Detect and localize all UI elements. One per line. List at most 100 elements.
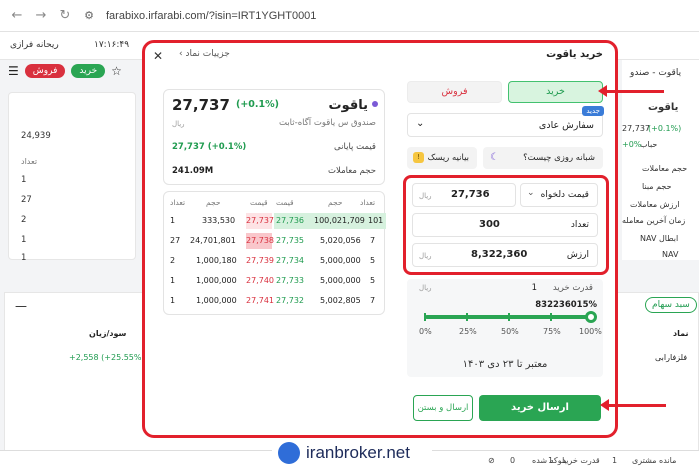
toolbar: ☰ فروش خرید ☆ xyxy=(8,64,122,78)
buy-price: 27,734 xyxy=(276,256,304,265)
value-input[interactable]: ریال 8,322,360 ارزش xyxy=(412,243,598,267)
bg-symbol-name: یاقوت xyxy=(648,102,679,113)
close-icon[interactable]: ✕ xyxy=(153,49,163,63)
bg-label: زمان آخرین معامله xyxy=(622,216,686,225)
slider-label[interactable]: 25% xyxy=(459,327,477,336)
buy-price: 27,736 xyxy=(276,216,304,225)
bg-label: حجم معاملات xyxy=(642,164,688,173)
buy-pill-button[interactable]: خرید xyxy=(71,64,106,78)
power-percent: 832236015% xyxy=(535,300,597,310)
sell-volume: 1,000,180 xyxy=(196,256,237,265)
overnight-info-label: شبانه روزی چیست؟ xyxy=(523,153,595,163)
bg-cell: 24,939 xyxy=(21,131,51,141)
quantity-input[interactable]: 300 تعداد xyxy=(412,213,598,237)
trend-logo-icon xyxy=(278,442,300,464)
warning-icon: ! xyxy=(413,152,424,163)
site-settings-icon[interactable]: ⚙ xyxy=(82,9,96,23)
slider-handle[interactable] xyxy=(585,311,597,323)
status-remaining-label: مانده مشتری xyxy=(632,456,677,465)
annotation-arrow xyxy=(600,399,666,411)
tab-buy[interactable]: خرید xyxy=(508,81,603,103)
bg-symbol-price: 27,737 xyxy=(622,124,650,133)
back-icon[interactable]: ← xyxy=(10,8,24,23)
ob-header: قیمت xyxy=(250,198,268,207)
star-icon[interactable]: ☆ xyxy=(111,64,122,78)
order-type-select[interactable]: جدید ⌄ سفارش عادی xyxy=(407,106,604,137)
overnight-info-button[interactable]: ☾ شبانه روزی چیست؟ xyxy=(483,147,603,169)
validity-text[interactable]: معتبر تا ۲۳ دی ۱۴۰۳ xyxy=(407,359,603,370)
breadcrumb-label: جزییات نماد xyxy=(185,49,230,59)
order-book-row[interactable]: 1 1,000,000 27,740 27,733 5,000,000 5 xyxy=(164,272,386,290)
new-badge: جدید xyxy=(582,106,604,116)
bg-cell: 1 xyxy=(21,253,27,263)
slider-label[interactable]: 100% xyxy=(579,327,602,336)
order-book: تعداد حجم قیمت قیمت حجم تعداد 1 333,530 … xyxy=(163,191,386,315)
price-mode-select[interactable]: ⌄ قیمت دلخواه xyxy=(520,183,598,207)
bg-market-panel: 24,939 تعداد 1 27 2 1 1 xyxy=(8,92,136,263)
send-buy-button[interactable]: ارسال خرید xyxy=(479,395,601,421)
buy-price: 27,733 xyxy=(276,276,304,285)
order-type-value: سفارش عادی xyxy=(538,120,594,131)
user-name[interactable]: ریحانه فرازی xyxy=(10,40,59,50)
chevron-down-icon: ⌄ xyxy=(527,188,535,198)
modal-title: خرید یاقوت xyxy=(546,49,603,60)
watermark-text: iranbroker.net xyxy=(306,443,410,462)
forward-icon[interactable]: → xyxy=(34,8,48,23)
status-remaining-value: 1 xyxy=(612,456,618,465)
sell-count: 1 xyxy=(170,276,176,285)
sell-count: 1 xyxy=(170,216,176,225)
order-book-row[interactable]: 1 1,000,000 27,741 27,732 5,002,805 7 xyxy=(164,292,386,310)
bg-search-text[interactable]: یاقوت - صندو xyxy=(630,68,681,78)
symbol-card: یاقوت صندوق س یاقوت آگاه-ثابت 27,737 (+0… xyxy=(163,89,385,185)
annotation-arrow xyxy=(598,85,664,97)
sell-price: 27,737 xyxy=(246,216,274,225)
basket-button[interactable]: سبد سهام xyxy=(645,297,697,313)
col-pnl-header[interactable]: سود/زیان xyxy=(89,329,126,338)
value-value: 8,322,360 xyxy=(471,249,528,260)
ob-header: قیمت xyxy=(276,198,294,207)
sell-volume: 24,701,801 xyxy=(190,236,236,245)
bg-cell: 27 xyxy=(21,195,32,205)
bg-label: ارزش معاملات xyxy=(630,200,680,209)
sell-pill-button[interactable]: فروش xyxy=(24,64,66,78)
order-book-row[interactable]: 27 24,701,801 27,738 27,735 5,020,056 7 xyxy=(164,232,386,250)
value-label: ارزش xyxy=(566,250,589,260)
address-bar[interactable]: farabixo.irfarabi.com/?isin=IRT1YGHT0001 xyxy=(106,10,316,22)
risk-statement-button[interactable]: ! بیانیه ریسک xyxy=(407,147,477,169)
symbol-currency: ریال xyxy=(172,120,185,128)
price-input[interactable]: ریال 27,736 xyxy=(412,183,516,207)
slider-label[interactable]: 0% xyxy=(419,327,432,336)
list-icon[interactable]: ☰ xyxy=(8,64,19,78)
symbol-name: یاقوت xyxy=(328,98,369,113)
browser-toolbar: ← → ↻ ⚙ farabixo.irfarabi.com/?isin=IRT1… xyxy=(0,0,699,32)
symbol-description: صندوق س یاقوت آگاه-ثابت xyxy=(278,118,376,128)
breadcrumb[interactable]: ‹ جزییات نماد xyxy=(179,49,230,59)
power-label: قدرت خرید xyxy=(552,283,593,293)
order-book-row[interactable]: 1 333,530 27,737 27,736 100,021,709 101 xyxy=(164,212,386,230)
sell-price: 27,740 xyxy=(246,276,274,285)
tab-sell[interactable]: فروش xyxy=(407,81,502,103)
sell-count: 27 xyxy=(170,236,181,245)
row-pnl: +2,558 (+25.55%) xyxy=(69,353,145,362)
bg-cell: 1 xyxy=(21,235,27,245)
buy-order-modal: ✕ ‹ جزییات نماد خرید یاقوت یاقوت صندوق س… xyxy=(142,40,618,438)
close-price-label: قیمت پایانی xyxy=(334,142,376,152)
reload-icon[interactable]: ↻ xyxy=(58,8,72,23)
order-book-row[interactable]: 2 1,000,180 27,739 27,734 5,000,000 5 xyxy=(164,252,386,270)
symbol-change: (+0.1%) xyxy=(236,99,279,110)
col-symbol-header[interactable]: نماد xyxy=(673,329,688,338)
trade-tabs: فروش خرید xyxy=(407,81,603,103)
buy-volume: 5,020,056 xyxy=(320,236,361,245)
bg-cell: 1 xyxy=(21,175,27,185)
buy-count: 101 xyxy=(368,216,384,225)
slider-label[interactable]: 75% xyxy=(543,327,561,336)
row-symbol[interactable]: فلزفارابی xyxy=(655,353,687,362)
power-currency: ریال xyxy=(419,284,432,292)
buy-count: 7 xyxy=(370,296,376,305)
slider-label[interactable]: 50% xyxy=(501,327,519,336)
eye-off-icon[interactable]: ⊘ xyxy=(488,456,495,465)
price-value: 27,736 xyxy=(451,189,490,200)
bg-cell: 2 xyxy=(21,215,27,225)
minimize-icon[interactable]: — xyxy=(15,299,27,313)
send-and-close-button[interactable]: ارسال و بستن xyxy=(413,395,473,421)
